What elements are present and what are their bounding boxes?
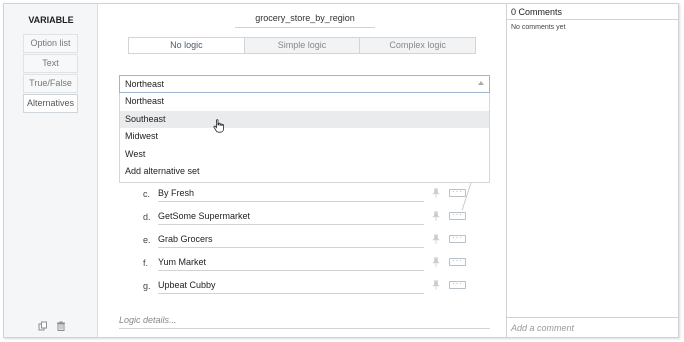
comments-count: 0 Comments bbox=[511, 7, 563, 17]
question-name[interactable]: grocery_store_by_region bbox=[235, 13, 375, 28]
caret-up-icon bbox=[478, 81, 484, 85]
editor-window: VARIABLE Option list Text True/False Alt… bbox=[3, 3, 679, 338]
pin-icon[interactable] bbox=[432, 211, 440, 223]
trash-icon[interactable] bbox=[56, 321, 66, 331]
alternative-letter: c. bbox=[143, 189, 151, 199]
alternative-letter: d. bbox=[143, 212, 151, 222]
alternative-row: c. By Fresh ··· bbox=[99, 184, 506, 204]
pin-icon[interactable] bbox=[432, 234, 440, 246]
add-comment-input[interactable]: Add a comment bbox=[507, 317, 678, 337]
copy-icon[interactable] bbox=[38, 321, 48, 331]
tab-no-logic[interactable]: No logic bbox=[129, 38, 245, 53]
no-comments-text: No comments yet bbox=[511, 24, 566, 31]
comments-panel: 0 Comments No comments yet Add a comment bbox=[506, 4, 678, 337]
pin-icon[interactable] bbox=[432, 188, 440, 200]
more-options-icon[interactable]: ··· bbox=[449, 188, 466, 197]
type-alternatives[interactable]: Alternatives bbox=[23, 94, 78, 113]
question-editor: grocery_store_by_region No logic Simple … bbox=[99, 4, 506, 337]
option-northeast[interactable]: Northeast bbox=[120, 93, 489, 111]
alternative-input[interactable]: Grab Grocers bbox=[158, 233, 424, 248]
alternative-set-select[interactable]: Northeast bbox=[119, 75, 490, 93]
variable-type-list: Option list Text True/False Alternatives bbox=[23, 34, 78, 114]
alternative-row: d. GetSome Supermarket ··· bbox=[99, 207, 506, 227]
alternative-letter: f. bbox=[143, 258, 149, 268]
more-options-icon[interactable]: ··· bbox=[449, 257, 466, 266]
hand-pointer-icon bbox=[213, 119, 225, 135]
alternative-row: f. Yum Market ··· bbox=[99, 253, 506, 273]
alternative-row: g. Upbeat Cubby ··· bbox=[99, 276, 506, 296]
alternative-letter: g. bbox=[143, 281, 151, 291]
option-midwest[interactable]: Midwest bbox=[120, 128, 489, 146]
alternative-input[interactable]: GetSome Supermarket bbox=[158, 210, 424, 225]
more-options-icon[interactable]: ··· bbox=[449, 211, 466, 220]
variable-panel-title: VARIABLE bbox=[28, 15, 74, 25]
pin-icon[interactable] bbox=[432, 257, 440, 269]
type-text[interactable]: Text bbox=[23, 54, 78, 73]
alternative-letter: e. bbox=[143, 235, 151, 245]
more-options-icon[interactable]: ··· bbox=[449, 280, 466, 289]
option-west[interactable]: West bbox=[120, 146, 489, 164]
alternative-set-value: Northeast bbox=[125, 79, 165, 89]
pin-icon[interactable] bbox=[432, 280, 440, 292]
option-add-alternative-set[interactable]: Add alternative set bbox=[120, 163, 489, 181]
alternative-row: e. Grab Grocers ··· bbox=[99, 230, 506, 250]
logic-tabs: No logic Simple logic Complex logic bbox=[128, 37, 476, 54]
alternative-input[interactable]: Yum Market bbox=[158, 256, 424, 271]
option-southeast[interactable]: Southeast bbox=[120, 110, 489, 129]
alternative-input[interactable]: By Fresh bbox=[158, 187, 424, 202]
tab-simple-logic[interactable]: Simple logic bbox=[244, 38, 361, 53]
alternative-set-dropdown: Northeast Southeast Midwest West Add alt… bbox=[119, 93, 490, 183]
variable-panel: VARIABLE Option list Text True/False Alt… bbox=[4, 4, 98, 337]
variable-actions bbox=[38, 321, 66, 331]
alternative-input[interactable]: Upbeat Cubby bbox=[158, 279, 424, 294]
logic-details-input[interactable]: Logic details... bbox=[119, 314, 490, 329]
more-options-icon[interactable]: ··· bbox=[449, 234, 466, 243]
type-option-list[interactable]: Option list bbox=[23, 34, 78, 53]
type-true-false[interactable]: True/False bbox=[23, 74, 78, 93]
divider bbox=[507, 19, 678, 20]
tab-complex-logic[interactable]: Complex logic bbox=[360, 38, 476, 53]
